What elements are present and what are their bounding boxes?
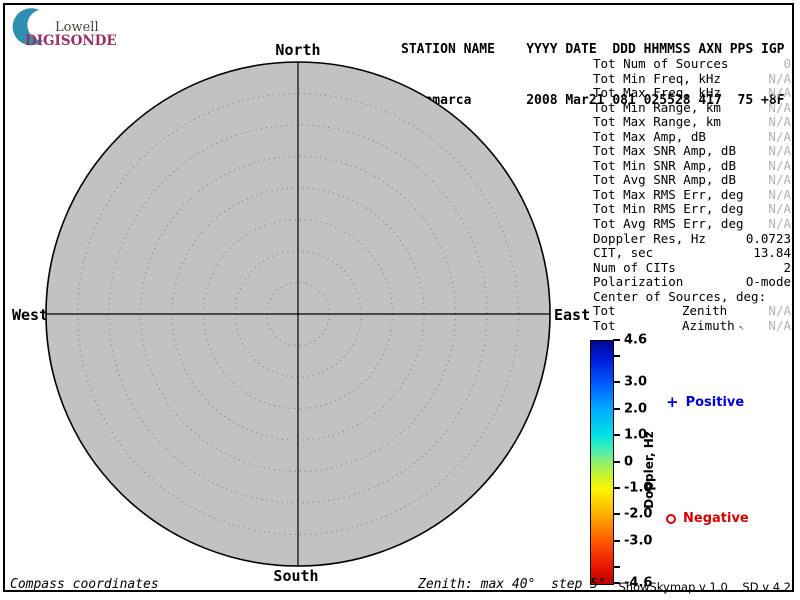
colorbar-tick-label: -3.0 — [624, 533, 652, 548]
stat-sublabel: Azimuth ↖ — [682, 319, 768, 336]
legend-positive-label: Positive — [686, 395, 745, 410]
stat-value: 0 — [783, 57, 791, 72]
colorbar-tick-label: 2.0 — [624, 401, 647, 416]
stat-value: N/A — [768, 115, 791, 130]
version-label: ShowSkymap v 1.0 SD v 4.2 — [618, 580, 791, 594]
colorbar-tick-label: 3.0 — [624, 375, 647, 390]
circle-marker-icon — [666, 514, 676, 524]
legend-positive: + Positive — [666, 395, 744, 410]
colorbar-tick — [613, 381, 620, 383]
colorbar-tick — [613, 434, 620, 436]
stat-row: Tot Min Freq, kHz N/A — [593, 72, 791, 87]
colorbar-gradient — [590, 340, 614, 585]
stat-label: Tot Max Amp, dB — [593, 130, 706, 145]
stat-value: N/A — [768, 159, 791, 174]
stat-label: Tot Min Freq, kHz — [593, 72, 721, 87]
stat-label: Polarization — [593, 275, 683, 290]
stat-label: Num of CITs — [593, 261, 676, 276]
stat-value: N/A — [768, 304, 791, 319]
stat-row: Tot Min RMS Err, deg N/A — [593, 202, 791, 217]
stat-row: Tot Max RMS Err, deg N/A — [593, 188, 791, 203]
stat-label: Doppler Res, Hz — [593, 232, 706, 247]
stat-row: Tot Min SNR Amp, dB N/A — [593, 159, 791, 174]
stat-row: Tot Avg RMS Err, deg N/A — [593, 217, 791, 232]
stat-label: Tot Max RMS Err, deg — [593, 188, 744, 203]
stat-label: Tot Max Freq, kHz — [593, 86, 721, 101]
center-of-sources-heading: Center of Sources, deg: — [593, 290, 766, 305]
stat-value: N/A — [768, 144, 791, 159]
stat-label: Tot Avg RMS Err, deg — [593, 217, 744, 232]
stat-value: N/A — [768, 101, 791, 116]
stat-value: N/A — [768, 130, 791, 145]
stat-value: O-mode — [746, 275, 791, 290]
stat-value: N/A — [768, 72, 791, 87]
colorbar-tick — [613, 339, 620, 341]
stat-row: Tot Num of Sources 0 — [593, 57, 791, 72]
compass-label-east: East — [554, 306, 590, 324]
stat-row: Polarization O-mode — [593, 275, 791, 290]
stat-label: Tot Max SNR Amp, dB — [593, 144, 736, 159]
colorbar-tick — [613, 461, 620, 463]
stat-value: N/A — [768, 173, 791, 188]
plus-marker-icon: + — [666, 395, 679, 410]
stat-sublabel: Zenith — [682, 304, 768, 319]
stat-value: N/A — [768, 86, 791, 101]
stat-row: Doppler Res, Hz 0.0723 — [593, 232, 791, 247]
lowell-digisonde-logo: Lowell DIGISONDE — [8, 6, 118, 48]
stat-row: Tot Max Freq, kHz N/A — [593, 86, 791, 101]
colorbar-tick — [613, 566, 620, 568]
measurement-stats-panel: Tot Num of Sources0Tot Min Freq, kHzN/AT… — [593, 57, 791, 335]
stat-label: Tot Max Range, km — [593, 115, 721, 130]
stat-label: Tot Avg SNR Amp, dB — [593, 173, 736, 188]
colorbar-tick-label: 4.6 — [624, 333, 647, 348]
stat-label: Tot Min Range, km — [593, 101, 721, 116]
stat-row: Tot Max Range, km N/A — [593, 115, 791, 130]
stat-label: Tot Num of Sources — [593, 57, 728, 72]
azimuth-label: Azimuth — [682, 318, 735, 333]
stat-value: N/A — [768, 202, 791, 217]
colorbar-tick — [613, 513, 620, 515]
stat-value: 2 — [783, 261, 791, 276]
stat-value: N/A — [768, 188, 791, 203]
stat-label: CIT, sec — [593, 246, 653, 261]
coordinates-mode-label: Compass coordinates — [10, 577, 159, 592]
stat-label: Tot Min SNR Amp, dB — [593, 159, 736, 174]
colorbar-tick — [613, 540, 620, 542]
stat-label: Tot Min RMS Err, deg — [593, 202, 744, 217]
stat-row: Tot Max SNR Amp, dB N/A — [593, 144, 791, 159]
stat-value: N/A — [768, 217, 791, 232]
logo-product: DIGISONDE — [25, 33, 117, 49]
azimuth-arrow-icon: ↖ — [739, 323, 744, 333]
stat-row: CIT, sec 13.84 — [593, 246, 791, 261]
stats-rows: Tot Num of Sources0Tot Min Freq, kHzN/AT… — [593, 57, 791, 290]
colorbar-tick-label: 0 — [624, 454, 633, 469]
colorbar-tick-label: -2.0 — [624, 507, 652, 522]
stat-row: Num of CITs 2 — [593, 261, 791, 276]
stat-row: Tot Avg SNR Amp, dB N/A — [593, 173, 791, 188]
legend-negative-label: Negative — [683, 511, 749, 526]
colorbar-tick — [613, 487, 620, 489]
colorbar-title: Doppler, Hz — [642, 431, 656, 509]
skymap-polar-plot — [40, 56, 556, 572]
stat-label: Tot — [593, 304, 682, 319]
stat-value: N/A — [768, 319, 791, 336]
center-zenith-row: Tot Zenith N/A — [593, 304, 791, 319]
legend-negative: Negative — [666, 511, 749, 526]
stat-row: Tot Max Amp, dB N/A — [593, 130, 791, 145]
zenith-scale-label: Zenith: max 40° step 5° — [418, 577, 606, 592]
stat-row: Tot Min Range, km N/A — [593, 101, 791, 116]
colorbar-tick — [613, 408, 620, 410]
stat-value: 13.84 — [753, 246, 791, 261]
center-azimuth-row: Tot Azimuth↖ N/A — [593, 319, 791, 336]
center-of-sources-heading-row: Center of Sources, deg: — [593, 290, 791, 305]
colorbar-tick — [613, 355, 620, 357]
stat-value: 0.0723 — [746, 232, 791, 247]
